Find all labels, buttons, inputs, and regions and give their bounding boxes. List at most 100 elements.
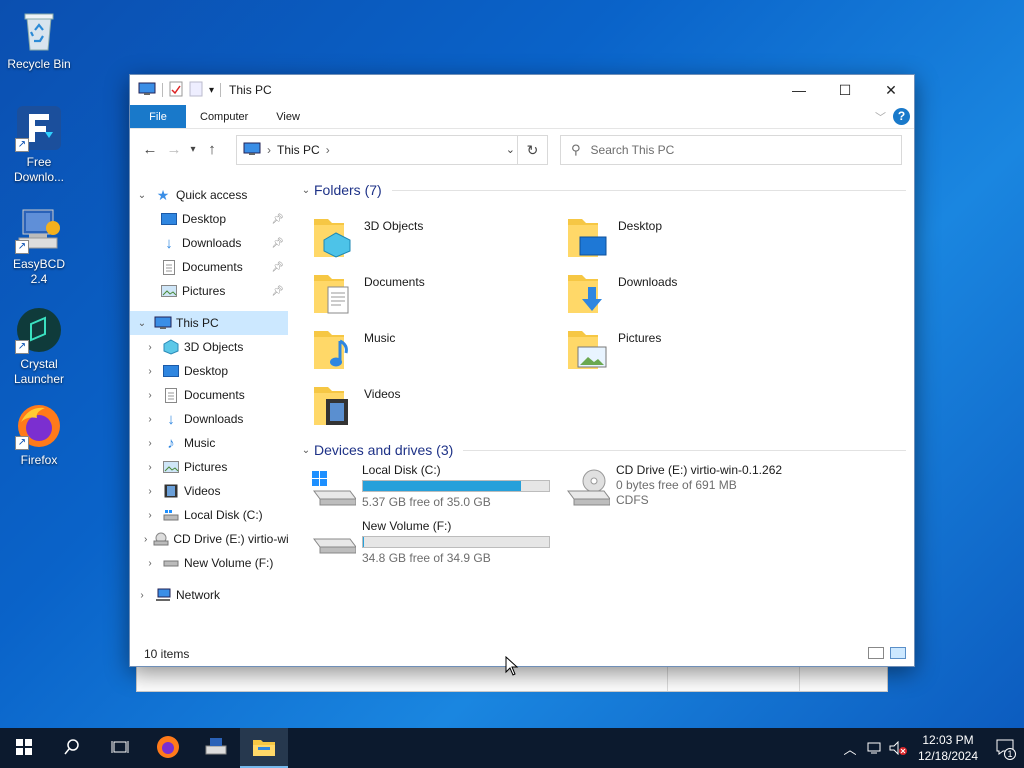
up-arrow-icon[interactable]: ↑: [200, 141, 224, 158]
new-folder-icon[interactable]: [189, 81, 203, 100]
folder-tile-documents[interactable]: Documents: [312, 267, 562, 323]
address-dropdown-chevron-icon[interactable]: ⌄: [506, 143, 515, 156]
volume-muted-icon[interactable]: [886, 728, 910, 768]
cd-drive-icon: [153, 531, 169, 547]
nav-qa-downloads[interactable]: ↓ Downloads 📌︎: [130, 231, 288, 255]
pin-icon[interactable]: 📌︎: [271, 214, 284, 225]
minimize-button[interactable]: —: [776, 75, 822, 105]
nav-qa-pictures[interactable]: Pictures 📌︎: [130, 279, 288, 303]
pin-icon[interactable]: 📌︎: [271, 238, 284, 249]
folder-tile-3d-objects[interactable]: 3D Objects: [312, 211, 562, 267]
refresh-icon[interactable]: ↻: [517, 136, 547, 164]
chevron-right-icon[interactable]: ›: [144, 534, 147, 545]
nav-qa-desktop[interactable]: Desktop 📌︎: [130, 207, 288, 231]
close-button[interactable]: ✕: [868, 75, 914, 105]
folder-label: Pictures: [618, 331, 662, 345]
nav-music[interactable]: › ♪ Music: [130, 431, 288, 455]
taskbar-file-explorer[interactable]: [240, 728, 288, 768]
nav-item-label: Desktop: [184, 364, 229, 378]
nav-new-volume-f[interactable]: › New Volume (F:): [130, 551, 288, 575]
search-box[interactable]: ⚲: [560, 135, 902, 165]
clock[interactable]: 12:03 PM 12/18/2024: [910, 732, 986, 764]
chevron-right-icon[interactable]: ›: [136, 590, 148, 601]
back-arrow-icon[interactable]: ←: [138, 141, 162, 158]
pin-icon[interactable]: 📌︎: [271, 286, 284, 297]
show-hidden-icons-chevron-icon[interactable]: ︿: [838, 728, 862, 768]
nav-pictures[interactable]: › Pictures: [130, 455, 288, 479]
chevron-right-icon[interactable]: ›: [144, 390, 156, 401]
folder-tile-desktop[interactable]: Desktop: [566, 211, 816, 267]
folder-tile-videos[interactable]: Videos: [312, 379, 562, 435]
desktop-icon-crystal-launcher[interactable]: ↗ Crystal Launcher: [4, 306, 74, 387]
chevron-down-icon[interactable]: ⌄: [136, 190, 148, 201]
window-title: This PC: [229, 83, 272, 97]
maximize-button[interactable]: ☐: [822, 75, 868, 105]
folder-tile-pictures[interactable]: Pictures: [566, 323, 816, 379]
drive-tile-cd-drive-e[interactable]: CD Drive (E:) virtio-win-0.1.262 0 bytes…: [564, 463, 824, 519]
desktop-icon-easybcd[interactable]: ↗ EasyBCD 2.4: [4, 206, 74, 287]
nav-this-pc[interactable]: ⌄ This PC: [130, 311, 288, 335]
properties-icon[interactable]: [169, 81, 183, 100]
nav-quick-access[interactable]: ⌄ ★ Quick access: [130, 183, 288, 207]
folder-tile-music[interactable]: Music: [312, 323, 562, 379]
group-title: Folders (7): [314, 182, 382, 198]
nav-desktop[interactable]: › Desktop: [130, 359, 288, 383]
folder-tile-downloads[interactable]: Downloads: [566, 267, 816, 323]
details-view-button[interactable]: [868, 647, 884, 659]
tab-view[interactable]: View: [262, 105, 314, 128]
expand-ribbon-chevron-icon[interactable]: ﹀: [875, 109, 886, 125]
desktop-icon-free-download-manager[interactable]: ↗ Free Downlo...: [4, 104, 74, 185]
chevron-down-icon[interactable]: ⌄: [136, 318, 148, 329]
shortcut-arrow-icon: ↗: [15, 240, 29, 254]
drives-group-header[interactable]: ⌄ Devices and drives (3): [298, 439, 914, 461]
nav-local-disk-c[interactable]: › Local Disk (C:): [130, 503, 288, 527]
breadcrumb-this-pc[interactable]: This PC: [277, 143, 320, 157]
chevron-right-icon[interactable]: ›: [144, 438, 156, 449]
drive-tile-new-volume-f[interactable]: New Volume (F:) 34.8 GB free of 34.9 GB: [310, 519, 570, 575]
search-button[interactable]: [48, 728, 96, 768]
search-input[interactable]: [590, 143, 871, 157]
chevron-right-icon[interactable]: ›: [144, 342, 156, 353]
tab-file[interactable]: File: [130, 105, 186, 128]
task-view-button[interactable]: [96, 728, 144, 768]
nav-cd-drive-e[interactable]: › CD Drive (E:) virtio-win-0.1.262: [130, 527, 288, 551]
customize-toolbar-chevron-icon[interactable]: ▾: [209, 85, 214, 96]
tab-computer[interactable]: Computer: [186, 105, 262, 128]
chevron-down-icon[interactable]: ⌄: [298, 185, 314, 196]
chevron-right-icon[interactable]: ›: [144, 414, 156, 425]
forward-arrow-icon[interactable]: →: [162, 141, 186, 158]
network-status-icon[interactable]: [862, 728, 886, 768]
taskbar-easybcd[interactable]: [192, 728, 240, 768]
nav-network[interactable]: › Network: [130, 583, 288, 607]
desktop-icon-recycle-bin[interactable]: Recycle Bin: [4, 6, 74, 72]
pin-icon[interactable]: 📌︎: [271, 262, 284, 273]
search-icon: ⚲: [571, 142, 581, 157]
address-bar[interactable]: › This PC › ⌄ ↻: [236, 135, 548, 165]
help-icon[interactable]: ?: [893, 108, 910, 125]
drive-tile-local-disk-c[interactable]: Local Disk (C:) 5.37 GB free of 35.0 GB: [310, 463, 570, 519]
nav-3d-objects[interactable]: › 3D Objects: [130, 335, 288, 359]
chevron-right-icon[interactable]: ›: [326, 143, 330, 157]
start-button[interactable]: [0, 728, 48, 768]
nav-item-label: Network: [176, 588, 221, 602]
chevron-down-icon[interactable]: ⌄: [298, 445, 314, 456]
large-icons-view-button[interactable]: [890, 647, 906, 659]
chevron-right-icon[interactable]: ›: [267, 143, 271, 157]
desktop-icon-firefox[interactable]: ↗ Firefox: [4, 402, 74, 468]
chevron-right-icon[interactable]: ›: [144, 366, 156, 377]
folders-group-header[interactable]: ⌄ Folders (7): [298, 179, 914, 201]
action-center-button[interactable]: 1: [986, 728, 1024, 768]
chevron-right-icon[interactable]: ›: [144, 510, 156, 521]
taskbar-firefox[interactable]: [144, 728, 192, 768]
nav-item-label: CD Drive (E:) virtio-win-0.1.262: [173, 532, 288, 546]
chevron-right-icon[interactable]: ›: [144, 486, 156, 497]
nav-videos[interactable]: › Videos: [130, 479, 288, 503]
chevron-right-icon[interactable]: ›: [144, 558, 156, 569]
nav-downloads[interactable]: › ↓ Downloads: [130, 407, 288, 431]
chevron-right-icon[interactable]: ›: [144, 462, 156, 473]
nav-documents[interactable]: › Documents: [130, 383, 288, 407]
title-bar[interactable]: ▾ This PC — ☐ ✕: [130, 75, 914, 105]
nav-qa-documents[interactable]: Documents 📌︎: [130, 255, 288, 279]
recent-locations-chevron-icon[interactable]: ▾: [186, 144, 200, 155]
folder-label: Videos: [364, 387, 401, 401]
